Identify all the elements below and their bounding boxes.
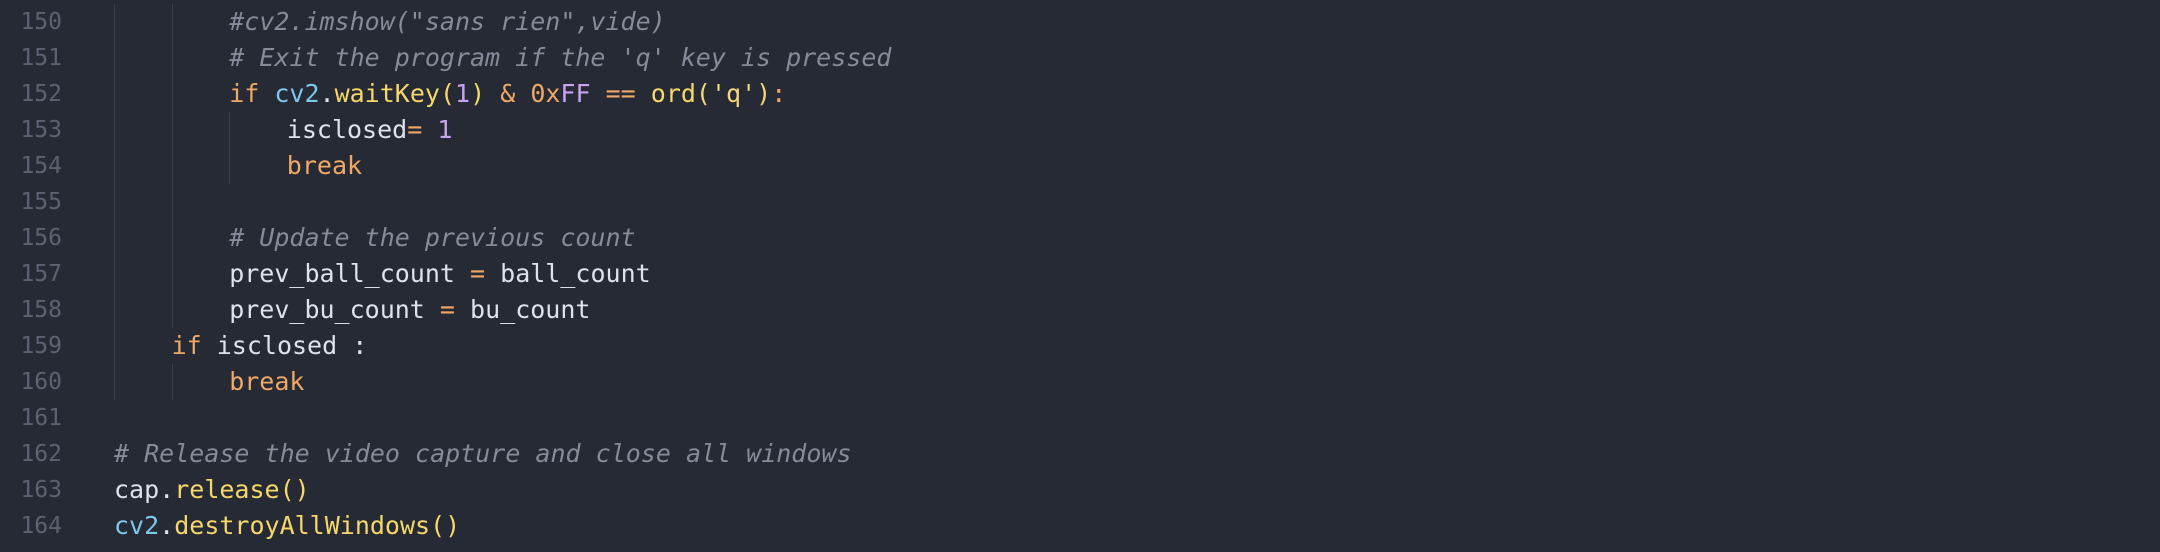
line-number: 163 (20, 477, 62, 503)
line-number: 150 (20, 9, 62, 35)
code-text: # Update the previous count (229, 220, 635, 256)
code-token-keyword: if (171, 331, 202, 360)
code-token-default: bu_count (470, 295, 591, 324)
code-line[interactable]: 154 break (0, 148, 2160, 184)
code-token-op: 0x (530, 79, 561, 108)
code-token-default: prev_bu_count (229, 295, 425, 324)
code-line[interactable]: 152 if cv2.waitKey(1) & 0xFF == ord('q'): (0, 76, 2160, 112)
code-token-number: FF (560, 79, 591, 108)
code-token-func: ( (439, 79, 455, 108)
code-token-func: () (279, 475, 310, 504)
line-number: 156 (20, 225, 62, 251)
code-token-default (422, 115, 437, 144)
code-token-op: : (771, 79, 787, 108)
code-text: # Release the video capture and close al… (114, 436, 852, 472)
code-line[interactable]: 153 isclosed= 1 (0, 112, 2160, 148)
line-number: 160 (20, 369, 62, 395)
code-token-default (425, 295, 440, 324)
code-line[interactable]: 150 #cv2.imshow("sans rien",vide) (0, 4, 2160, 40)
line-number: 164 (20, 513, 62, 539)
code-line[interactable]: 162 # Release the video capture and close… (0, 436, 2160, 472)
line-number: 151 (20, 45, 62, 71)
code-token-number: 1 (455, 79, 471, 108)
line-number: 159 (20, 333, 62, 359)
code-token-default: cap (114, 475, 160, 504)
code-token-module: cv2 (274, 79, 320, 108)
code-text: cv2.destroyAllWindows() (114, 508, 460, 544)
code-token-string: ('q') (695, 79, 772, 108)
code-token-default: isclosed : (201, 331, 368, 360)
code-token-default (515, 79, 530, 108)
code-line[interactable]: 159 if isclosed : (0, 328, 2160, 364)
code-token-default (259, 79, 274, 108)
code-text: #cv2.imshow("sans rien",vide) (229, 4, 666, 40)
line-number: 153 (20, 117, 62, 143)
code-token-op: = (407, 115, 423, 144)
code-token-comment: #cv2.imshow("sans rien",vide) (229, 7, 666, 36)
code-line[interactable]: 158 prev_bu_count = bu_count (0, 292, 2160, 328)
code-line[interactable]: 157 prev_ball_count = ball_count (0, 256, 2160, 292)
code-text: isclosed= 1 (287, 112, 453, 148)
code-token-func: () (430, 511, 461, 540)
code-token-op: == (605, 79, 636, 108)
code-token-default (636, 79, 651, 108)
line-number: 162 (20, 441, 62, 467)
code-token-number: 1 (437, 115, 453, 144)
code-text: # Exit the program if the 'q' key is pre… (229, 40, 891, 76)
code-token-func: ord (650, 79, 696, 108)
code-token-default (455, 295, 470, 324)
code-text: break (229, 364, 304, 400)
code-text: prev_bu_count = bu_count (229, 292, 590, 328)
code-text: cap.release() (114, 472, 310, 508)
code-token-module: cv2 (114, 511, 160, 540)
line-number: 155 (20, 189, 62, 215)
code-line[interactable]: 164 cv2.destroyAllWindows() (0, 508, 2160, 544)
line-number: 154 (20, 153, 62, 179)
code-token-default: . (159, 475, 175, 504)
code-token-keyword: break (286, 151, 363, 180)
code-editor[interactable]: 150 #cv2.imshow("sans rien",vide) 151 # Exi… (0, 0, 2160, 552)
line-number: 158 (20, 297, 62, 323)
code-token-default (591, 79, 606, 108)
code-token-func: release (174, 475, 280, 504)
line-number: 152 (20, 81, 62, 107)
code-line[interactable]: 156 # Update the previous count (0, 220, 2160, 256)
code-line[interactable]: 161 (0, 400, 2160, 436)
code-token-op: = (439, 295, 455, 324)
code-line[interactable]: 163 cap.release() (0, 472, 2160, 508)
code-token-op: & (500, 79, 516, 108)
code-token-default (485, 79, 500, 108)
code-token-comment: # Update the previous count (229, 223, 636, 252)
code-token-default: . (319, 79, 335, 108)
code-token-default: . (159, 511, 175, 540)
code-token-comment: # Release the video capture and close al… (114, 439, 852, 468)
code-text: if cv2.waitKey(1) & 0xFF == ord('q'): (229, 76, 786, 112)
code-line[interactable]: 155 (0, 184, 2160, 220)
code-token-op: = (470, 259, 486, 288)
code-token-default (485, 259, 500, 288)
code-token-func: waitKey (334, 79, 440, 108)
code-token-func: destroyAllWindows (174, 511, 431, 540)
code-token-default: isclosed (286, 115, 408, 144)
code-token-default: ball_count (500, 259, 651, 288)
code-text: break (287, 148, 362, 184)
code-line[interactable]: 151 # Exit the program if the 'q' key is … (0, 40, 2160, 76)
line-number: 157 (20, 261, 62, 287)
line-number: 161 (20, 405, 62, 431)
code-text: prev_ball_count = ball_count (229, 256, 650, 292)
code-token-keyword: if (229, 79, 260, 108)
code-token-comment: # Exit the program if the 'q' key is pre… (229, 43, 892, 72)
code-token-keyword: break (229, 367, 305, 396)
code-token-default (455, 259, 470, 288)
code-line[interactable]: 160 break (0, 364, 2160, 400)
code-token-func: ) (470, 79, 486, 108)
code-token-default: prev_ball_count (229, 259, 455, 288)
code-text: if isclosed : (172, 328, 368, 364)
